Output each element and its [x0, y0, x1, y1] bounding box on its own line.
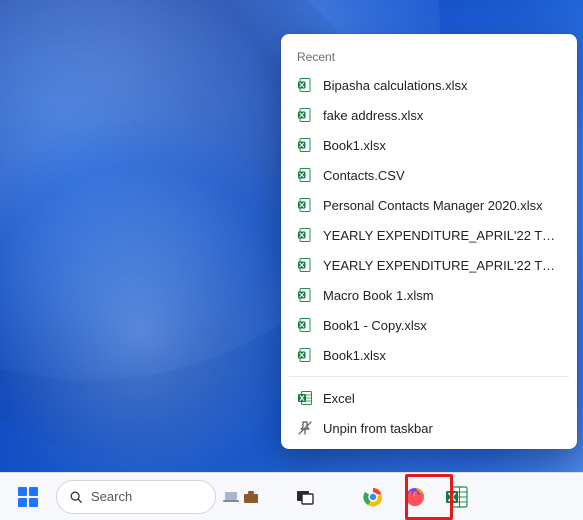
taskbar-chrome[interactable] — [358, 482, 388, 512]
jumplist-recent-item[interactable]: Contacts.CSV — [281, 160, 577, 190]
jumplist-recent-item[interactable]: YEARLY EXPENDITURE_APRIL'22 TO... — [281, 220, 577, 250]
jumplist-recent-item[interactable]: Macro Book 1.xlsm — [281, 280, 577, 310]
task-view-icon — [295, 487, 315, 507]
jumplist-app-label: Excel — [323, 391, 355, 406]
taskbar-firefox[interactable] — [400, 482, 430, 512]
firefox-icon — [404, 486, 426, 508]
jumplist-section-recent: Recent — [281, 44, 577, 70]
chrome-icon — [362, 486, 384, 508]
jumplist-item-label: YEARLY EXPENDITURE_APRIL'22 TO... — [323, 258, 561, 273]
excel-file-icon — [297, 107, 313, 123]
excel-file-icon — [297, 347, 313, 363]
jumplist-item-label: Book1.xlsx — [323, 348, 386, 363]
search-suggestion-icons — [222, 488, 260, 506]
briefcase-icon — [242, 488, 260, 506]
jumplist-item-label: Contacts.CSV — [323, 168, 405, 183]
jumplist-item-label: Bipasha calculations.xlsx — [323, 78, 468, 93]
start-button[interactable] — [12, 481, 44, 513]
jumplist-recent-item[interactable]: YEARLY EXPENDITURE_APRIL'22 TO... — [281, 250, 577, 280]
desktop-wallpaper: Recent Bipasha calculations.xlsx fake ad… — [0, 0, 583, 520]
taskbar-taskview[interactable] — [290, 482, 320, 512]
jumplist-recent-item[interactable]: Personal Contacts Manager 2020.xlsx — [281, 190, 577, 220]
excel-file-icon — [297, 167, 313, 183]
jumplist-item-label: fake address.xlsx — [323, 108, 423, 123]
jumplist-recent-item[interactable]: Bipasha calculations.xlsx — [281, 70, 577, 100]
excel-file-icon — [297, 77, 313, 93]
excel-file-icon — [297, 257, 313, 273]
jumplist-item-label: YEARLY EXPENDITURE_APRIL'22 TO... — [323, 228, 561, 243]
taskbar-excel[interactable] — [442, 482, 472, 512]
jumplist-recent-item[interactable]: Book1.xlsx — [281, 130, 577, 160]
jumplist-item-label: Macro Book 1.xlsm — [323, 288, 434, 303]
excel-jumplist: Recent Bipasha calculations.xlsx fake ad… — [281, 34, 577, 449]
jumplist-item-label: Book1 - Copy.xlsx — [323, 318, 427, 333]
jumplist-item-label: Book1.xlsx — [323, 138, 386, 153]
excel-file-icon — [297, 137, 313, 153]
windows-logo-icon — [18, 487, 38, 507]
jumplist-recent-item[interactable]: Book1.xlsx — [281, 340, 577, 370]
excel-file-icon — [297, 287, 313, 303]
laptop-icon — [222, 488, 240, 506]
jumplist-unpin[interactable]: Unpin from taskbar — [281, 413, 577, 443]
excel-icon — [445, 485, 469, 509]
unpin-icon — [297, 420, 313, 436]
search-placeholder: Search — [91, 489, 132, 504]
search-icon — [69, 490, 83, 504]
jumplist-app-launch[interactable]: Excel — [281, 383, 577, 413]
excel-file-icon — [297, 197, 313, 213]
jumplist-item-label: Personal Contacts Manager 2020.xlsx — [323, 198, 543, 213]
excel-file-icon — [297, 227, 313, 243]
jumplist-unpin-label: Unpin from taskbar — [323, 421, 433, 436]
taskbar-search[interactable]: Search — [56, 480, 216, 514]
jumplist-recent-item[interactable]: fake address.xlsx — [281, 100, 577, 130]
separator — [289, 376, 569, 377]
excel-app-icon — [297, 390, 313, 406]
taskbar: Search — [0, 472, 583, 520]
jumplist-recent-item[interactable]: Book1 - Copy.xlsx — [281, 310, 577, 340]
excel-file-icon — [297, 317, 313, 333]
